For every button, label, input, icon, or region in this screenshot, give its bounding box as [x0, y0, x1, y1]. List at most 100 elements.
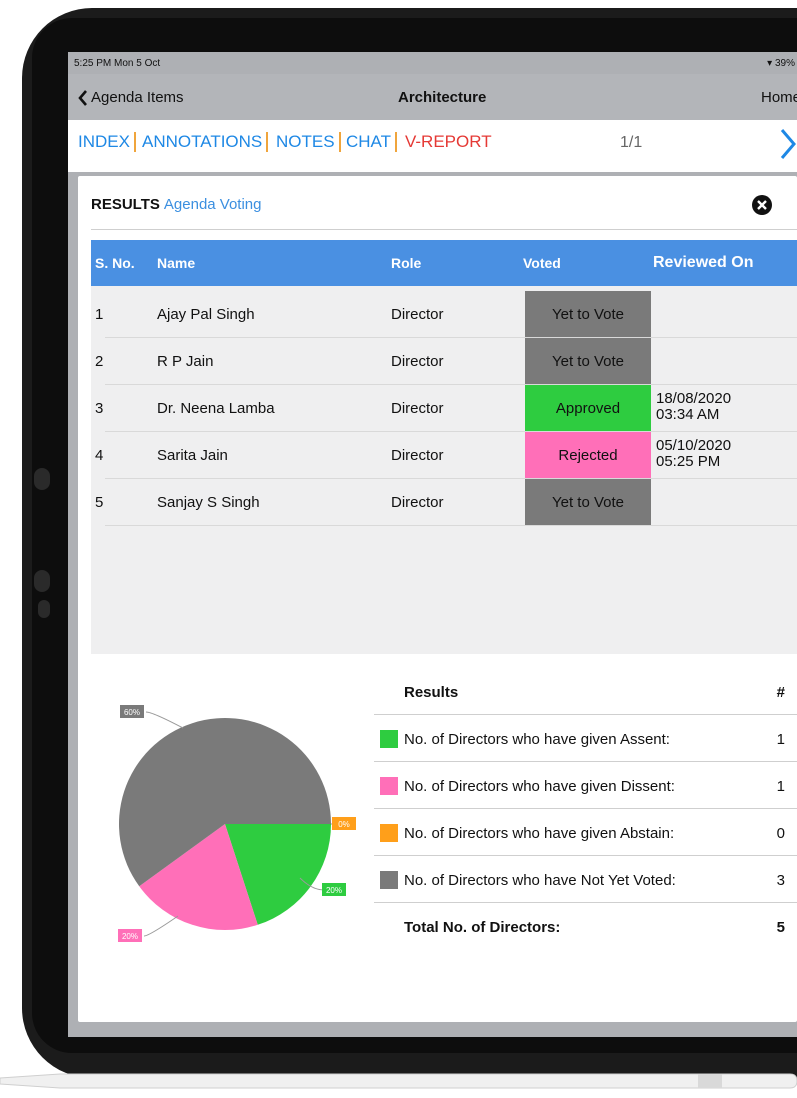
table-row[interactable]: 4 Sarita Jain Director Rejected 05/10/20… [91, 432, 797, 479]
row-name: Dr. Neena Lamba [157, 400, 275, 417]
vote-status-badge: Rejected [525, 432, 651, 479]
row-name: R P Jain [157, 353, 214, 370]
pie-value-label: 20% [118, 929, 142, 942]
row-name: Ajay Pal Singh [157, 306, 255, 323]
row-sno: 3 [95, 400, 104, 417]
stylus-pencil [0, 1073, 797, 1089]
results-count: 1 [776, 778, 785, 795]
vote-status-badge: Approved [525, 385, 651, 432]
reviewed-on: 05/10/2020 05:25 PM [656, 438, 731, 470]
row-role: Director [391, 494, 444, 511]
reviewed-date: 18/08/2020 [656, 390, 732, 407]
wifi-icon: ▾ [767, 58, 773, 69]
voting-table: S. No. Name Role Voted Reviewed On 1 Aja… [91, 240, 797, 654]
chevron-left-icon [78, 89, 87, 106]
reviewed-time: 05:25 PM [656, 453, 721, 470]
results-row-not-voted: No. of Directors who have Not Yet Voted:… [374, 856, 797, 903]
svg-text:20%: 20% [326, 886, 342, 895]
header-sno: S. No. [95, 255, 135, 271]
page-title: Architecture [398, 89, 487, 106]
row-role: Director [391, 447, 444, 464]
tab-bar: INDEX ANNOTATIONS NOTES CHAT V-REPORT 1/… [68, 120, 797, 172]
side-button [34, 468, 50, 490]
tab-chat[interactable]: CHAT [342, 132, 398, 152]
results-row-assent: No. of Directors who have given Assent: … [374, 715, 797, 762]
tab-annotations[interactable]: ANNOTATIONS [138, 132, 269, 152]
results-count: 3 [776, 872, 785, 889]
reviewed-date: 05/10/2020 [656, 437, 732, 454]
results-label: No. of Directors who have given Abstain: [404, 825, 675, 842]
results-label: No. of Directors who have Not Yet Voted: [404, 872, 676, 889]
status-time: 5:25 PM Mon 5 Oct [74, 58, 161, 69]
results-count: 1 [776, 731, 785, 748]
battery-percent: 39% [774, 58, 795, 69]
tab-v-report[interactable]: V-REPORT [401, 132, 496, 152]
pie-value-label: 0% [332, 817, 356, 830]
app-screen: 5:25 PM Mon 5 Oct ▾ 39% Agenda Items Arc… [68, 52, 797, 1037]
results-label: No. of Directors who have given Assent: [404, 731, 670, 748]
results-row-abstain: No. of Directors who have given Abstain:… [374, 809, 797, 856]
header-name: Name [157, 255, 196, 271]
row-name: Sarita Jain [157, 447, 228, 464]
side-button [34, 570, 50, 592]
reviewed-on: 18/08/2020 03:34 AM [656, 391, 731, 423]
divider [91, 229, 797, 230]
vote-status-badge: Yet to Vote [525, 291, 651, 338]
pie-value-label: 60% [120, 705, 144, 718]
side-button [38, 600, 50, 618]
nav-bar: Agenda Items Architecture Home [68, 74, 797, 120]
assent-swatch [380, 730, 398, 748]
row-sno: 4 [95, 447, 104, 464]
table-row[interactable]: 5 Sanjay S Singh Director Yet to Vote [91, 479, 797, 526]
row-name: Sanjay S Singh [157, 494, 260, 511]
header-voted: Voted [523, 255, 561, 271]
chevron-right-icon[interactable] [778, 126, 797, 162]
svg-text:0%: 0% [338, 820, 350, 829]
abstain-swatch [380, 824, 398, 842]
row-role: Director [391, 400, 444, 417]
tab-index[interactable]: INDEX [74, 132, 136, 152]
row-sno: 1 [95, 306, 104, 323]
header-reviewed-on: Reviewed On [653, 254, 754, 271]
results-header: Results [404, 684, 459, 701]
table-row[interactable]: 3 Dr. Neena Lamba Director Approved 18/0… [91, 385, 797, 432]
results-label: No. of Directors who have given Dissent: [404, 778, 675, 795]
results-total-row: Total No. of Directors: 5 [374, 903, 797, 950]
results-header-row: Results # [374, 668, 797, 715]
back-label: Agenda Items [91, 89, 184, 106]
modal-subtitle: Agenda Voting [163, 196, 262, 213]
results-modal: RESULTS Agenda Voting S. No. Name Role Vo… [78, 176, 797, 1022]
svg-text:20%: 20% [122, 932, 138, 941]
vote-status-badge: Yet to Vote [525, 479, 651, 526]
table-row[interactable]: 2 R P Jain Director Yet to Vote [91, 338, 797, 385]
close-icon[interactable] [751, 194, 773, 216]
results-count-header: # [776, 684, 785, 701]
table-header: S. No. Name Role Voted Reviewed On [91, 240, 797, 286]
results-total-label: Total No. of Directors: [404, 919, 561, 936]
back-button[interactable]: Agenda Items [78, 89, 184, 106]
tab-notes[interactable]: NOTES [272, 132, 341, 152]
home-button[interactable]: Home [761, 89, 797, 106]
reviewed-time: 03:34 AM [656, 406, 720, 423]
header-role: Role [391, 255, 422, 271]
vote-status-badge: Yet to Vote [525, 338, 651, 385]
row-role: Director [391, 353, 444, 370]
row-sno: 2 [95, 353, 104, 370]
results-row-dissent: No. of Directors who have given Dissent:… [374, 762, 797, 809]
row-role: Director [391, 306, 444, 323]
results-total: 5 [776, 919, 785, 936]
not-voted-swatch [380, 871, 398, 889]
page-counter: 1/1 [620, 134, 643, 151]
dissent-swatch [380, 777, 398, 795]
vote-pie-chart: 20% 20% 60% 0% [118, 705, 356, 942]
row-sno: 5 [95, 494, 104, 511]
results-count: 0 [776, 825, 785, 842]
status-bar: 5:25 PM Mon 5 Oct ▾ 39% [68, 52, 797, 74]
pie-leader-line [143, 915, 179, 937]
modal-title: RESULTS Agenda Voting [91, 196, 262, 213]
pie-value-label: 20% [322, 883, 346, 896]
modal-title-bold: RESULTS [91, 196, 160, 213]
pie-leader-line [145, 711, 184, 729]
table-row[interactable]: 1 Ajay Pal Singh Director Yet to Vote [91, 291, 797, 338]
row-divider [105, 525, 797, 526]
